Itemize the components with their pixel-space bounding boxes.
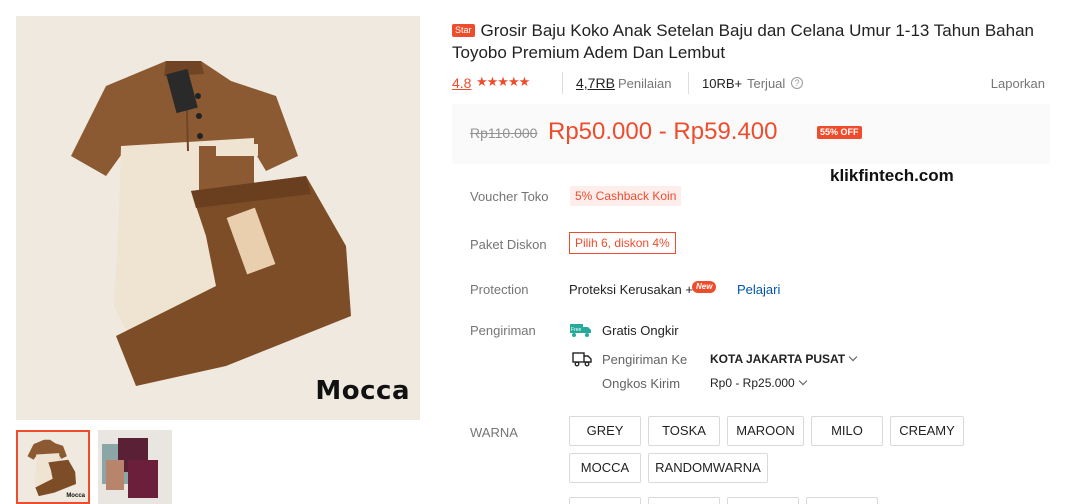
divider [688,72,689,94]
learn-more-link[interactable]: Pelajari [737,282,780,297]
protection-label: Protection [470,282,529,297]
variant-option-mocca[interactable]: MOCCA [569,453,641,483]
protection-value: Proteksi Kerusakan + [569,282,693,297]
watermark-text: klikfintech.com [830,166,954,185]
image-caption: Mocca [315,376,410,406]
thumbnail-caption: Mocca [66,493,85,499]
ship-to-dropdown[interactable]: KOTA JAKARTA PUSAT [710,352,858,366]
truck-icon [572,351,592,367]
paket-diskon-label: Paket Diskon [470,237,547,252]
variant-option-partial[interactable] [569,497,641,504]
shipping-label: Pengiriman [470,323,536,338]
free-shipping-truck-icon: Free [570,322,592,338]
rating-value[interactable]: 4.8 [452,75,471,91]
paket-diskon-tag[interactable]: Pilih 6, diskon 4% [569,232,676,254]
variant-option-maroon[interactable]: MAROON [727,416,804,446]
voucher-tag[interactable]: 5% Cashback Koin [570,186,682,206]
shirt-illustration [71,61,351,386]
variant-option-grey[interactable]: GREY [569,416,641,446]
product-title: Star Grosir Baju Koko Anak Setelan Baju d… [452,20,1052,64]
main-product-image[interactable]: Mocca [16,16,420,420]
star-seller-badge: Star [452,24,475,37]
free-shipping-text: Gratis Ongkir [602,323,679,338]
shipping-cost-value: Rp0 - Rp25.000 [710,376,795,390]
divider [562,72,563,94]
ship-to-value: KOTA JAKARTA PUSAT [710,352,846,366]
thumbnail-2[interactable] [98,430,172,504]
reviews-label: Penilaian [618,76,672,91]
voucher-label: Voucher Toko [470,189,549,204]
variant-option-partial[interactable] [648,497,720,504]
free-badge-text: Free [571,327,582,333]
reviews-count[interactable]: 4,7RB [576,75,615,91]
product-title-text: Grosir Baju Koko Anak Setelan Baju dan C… [452,21,1034,62]
thumbnail-1[interactable]: Mocca [16,430,90,504]
variant-option-milo[interactable]: MILO [811,416,883,446]
help-icon[interactable]: ? [791,77,803,89]
variant-option-toska[interactable]: TOSKA [648,416,720,446]
chevron-down-icon [848,352,858,362]
original-price: Rp110.000 [470,125,538,141]
price-range: Rp50.000 - Rp59.400 [548,118,778,145]
price-section: Rp110.000 Rp50.000 - Rp59.400 55% OFF [452,104,1050,164]
report-link[interactable]: Laporkan [991,76,1045,91]
variant-option-randomwarna[interactable]: RANDOMWARNA [648,453,768,483]
variant-label: WARNA [470,425,518,440]
sold-label: Terjual [747,76,786,91]
sold-count: 10RB+ [702,76,743,91]
thumbnail-1-image [27,439,77,497]
new-badge: New [692,281,717,293]
shipping-cost-label: Ongkos Kirim [602,376,681,391]
variant-option-partial[interactable] [806,497,878,504]
discount-badge: 55% OFF [817,126,862,139]
variant-option-creamy[interactable]: CREAMY [890,416,964,446]
ship-to-label: Pengiriman Ke [602,352,688,367]
chevron-down-icon [798,376,807,386]
variant-option-partial[interactable] [727,497,799,504]
rating-stars: ★★★★★ [476,74,530,89]
shipping-cost-dropdown[interactable]: Rp0 - Rp25.000 [710,376,807,390]
rating-row: 4.8 ★★★★★ 4,7RB Penilaian 10RB+ Terjual … [452,72,1052,94]
thumbnail-2-image [102,438,158,498]
